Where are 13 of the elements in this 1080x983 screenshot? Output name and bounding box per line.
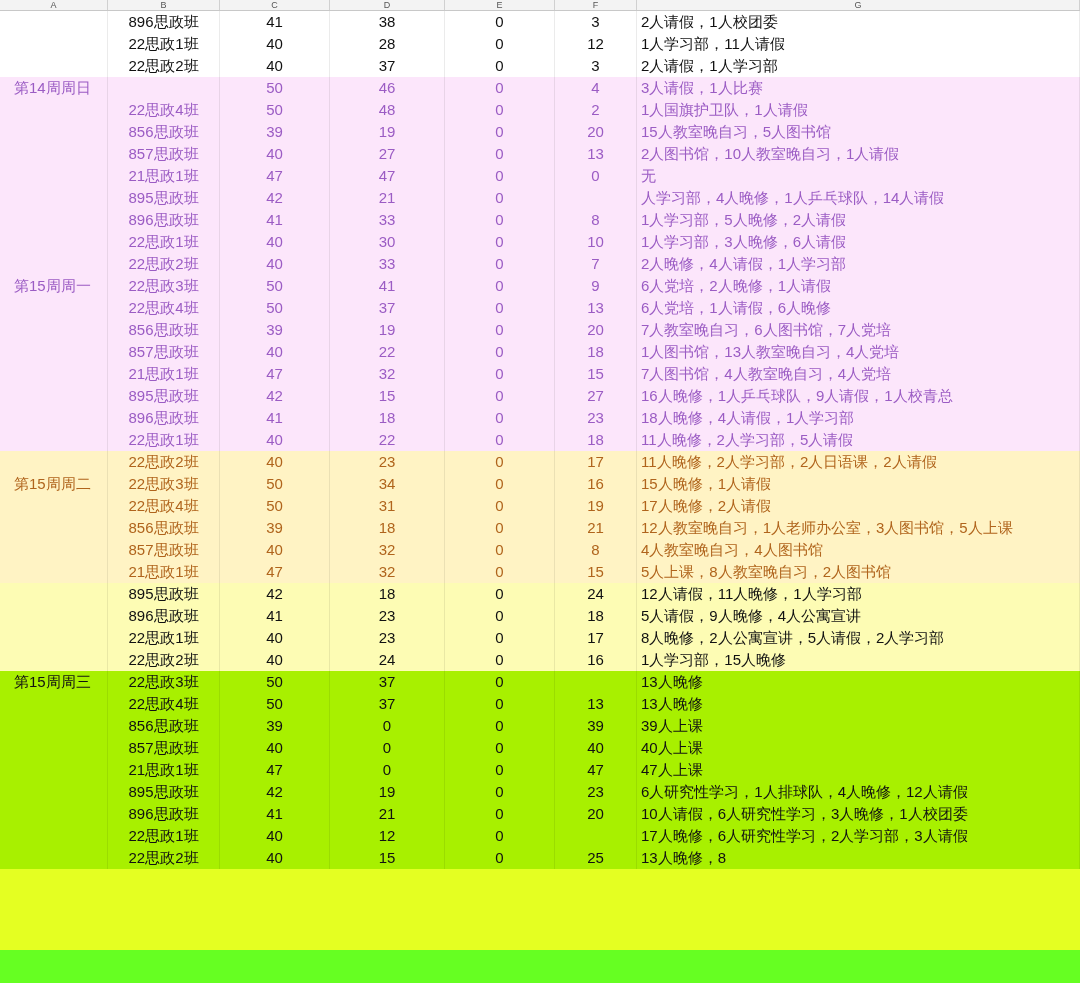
column-header[interactable]: D	[330, 0, 445, 10]
table-cell: 22思政2班	[108, 847, 220, 869]
column-header[interactable]: G	[637, 0, 1080, 10]
table-cell: 25	[555, 847, 637, 869]
column-header[interactable]: F	[555, 0, 637, 10]
column-header[interactable]: C	[220, 0, 330, 10]
table-cell: 40	[220, 847, 330, 869]
column-header[interactable]: A	[0, 0, 108, 10]
table-cell: 15	[330, 847, 445, 869]
table-cell: 0	[445, 847, 555, 869]
table-cell: 13人晚修，8	[637, 847, 1080, 869]
column-header[interactable]: E	[445, 0, 555, 10]
column-header[interactable]: B	[108, 0, 220, 10]
